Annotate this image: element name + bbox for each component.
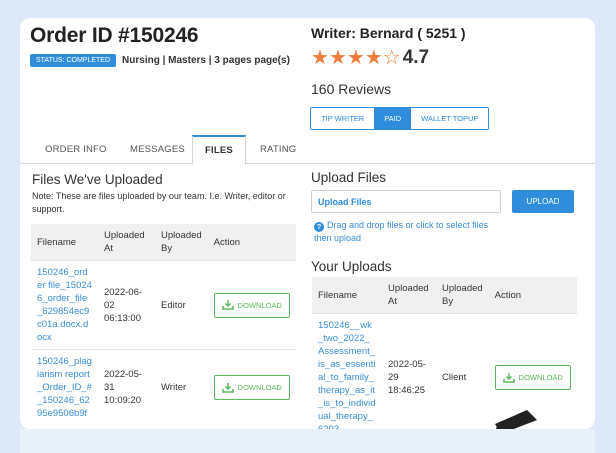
- column-header: Action: [488, 277, 577, 314]
- tab-rating[interactable]: RATING: [260, 135, 296, 163]
- order-details: Nursing | Masters | 3 pages page(s): [122, 55, 290, 66]
- writer-actions: TIP WRITER PAID WALLET TOPUP: [310, 107, 490, 130]
- file-link[interactable]: 150246_plagiarism report_Order_ID_#_1502…: [31, 349, 98, 425]
- download-label: DOWNLOAD: [237, 383, 282, 392]
- download-icon: [502, 372, 515, 383]
- download-button[interactable]: DOWNLOAD: [494, 365, 571, 390]
- column-header: Filename: [31, 224, 98, 261]
- order-tabs: ORDER INFO MESSAGES FILES RATING: [20, 135, 595, 165]
- writer-rating-stars: ★ ★ ★ ★ ☆ 4.7: [311, 47, 430, 69]
- upload-help[interactable]: ? Drag and drop files or click to select …: [314, 219, 504, 245]
- order-status-row: STATUS: COMPLETED Nursing | Masters | 3 …: [30, 54, 290, 67]
- download-icon: [221, 300, 234, 310]
- paid-button[interactable]: PAID: [374, 108, 412, 129]
- decorative-banner-graphic: [495, 410, 537, 429]
- download-icon: [221, 382, 234, 393]
- order-title: Order ID #150246: [30, 24, 199, 47]
- star-icon: ★: [364, 47, 383, 69]
- column-header: Uploaded By: [436, 277, 489, 314]
- column-header: Uploaded At: [98, 224, 155, 261]
- file-link[interactable]: 150246__wk_two_2022_Assessment_is_as_ess…: [312, 313, 382, 429]
- download-label: DOWNLOAD: [237, 300, 282, 310]
- file-link[interactable]: 150246_order file_150246_order_file_6298…: [31, 260, 98, 350]
- upload-file-input[interactable]: Upload Files: [311, 190, 501, 213]
- star-outline-icon: ☆: [382, 47, 401, 69]
- writer-rating-value: 4.7: [402, 47, 430, 68]
- uploaded-by: Client: [436, 313, 489, 429]
- page-bottom-strip: [20, 429, 595, 453]
- column-header: Filename: [312, 277, 382, 314]
- upload-help-text: Drag and drop files or click to select f…: [314, 220, 489, 243]
- tip-writer-button[interactable]: TIP WRITER: [311, 108, 375, 129]
- files-note: Note: These are files uploaded by our te…: [32, 191, 286, 214]
- download-button[interactable]: DOWNLOAD: [213, 292, 290, 318]
- writer-reviews: 160 Reviews: [311, 81, 392, 97]
- upload-button[interactable]: UPLOAD: [512, 190, 574, 213]
- download-button[interactable]: DOWNLOAD: [213, 375, 290, 400]
- star-icon: ★: [346, 47, 365, 69]
- column-header: Action: [207, 224, 296, 261]
- files-table: Filename Uploaded At Uploaded By Action …: [31, 224, 296, 425]
- question-circle-icon: ?: [314, 222, 324, 232]
- status-badge: STATUS: COMPLETED: [30, 54, 117, 67]
- writer-name: Writer: Bernard ( 5251 ): [311, 25, 466, 41]
- star-icon: ★: [328, 47, 347, 69]
- wallet-topup-button[interactable]: WALLET TOPUP: [411, 108, 489, 129]
- tab-order-info[interactable]: ORDER INFO: [45, 135, 107, 163]
- column-header: Uploaded At: [382, 277, 436, 314]
- uploaded-by: Writer: [155, 349, 208, 425]
- uploads-heading: Your Uploads: [311, 259, 392, 274]
- download-label: DOWNLOAD: [518, 373, 563, 382]
- tab-files[interactable]: FILES: [192, 135, 246, 165]
- table-row: 150246_plagiarism report_Order_ID_#_1502…: [31, 349, 296, 425]
- column-header: Uploaded By: [155, 224, 208, 261]
- upload-heading: Upload Files: [311, 170, 387, 185]
- star-icon: ★: [311, 47, 329, 69]
- uploaded-at: 2022-05-29 18:46:25: [382, 313, 436, 429]
- files-heading: Files We've Uploaded: [32, 172, 163, 187]
- uploaded-at: 2022-05-31 10:09:20: [98, 349, 155, 425]
- order-card: Order ID #150246 STATUS: COMPLETED Nursi…: [20, 18, 595, 429]
- table-row: 150246_order file_150246_order_file_6298…: [31, 260, 296, 350]
- uploaded-by: Editor: [155, 260, 208, 350]
- uploaded-at: 2022-06-02 06:13:00: [98, 260, 155, 350]
- tab-messages[interactable]: MESSAGES: [130, 135, 185, 163]
